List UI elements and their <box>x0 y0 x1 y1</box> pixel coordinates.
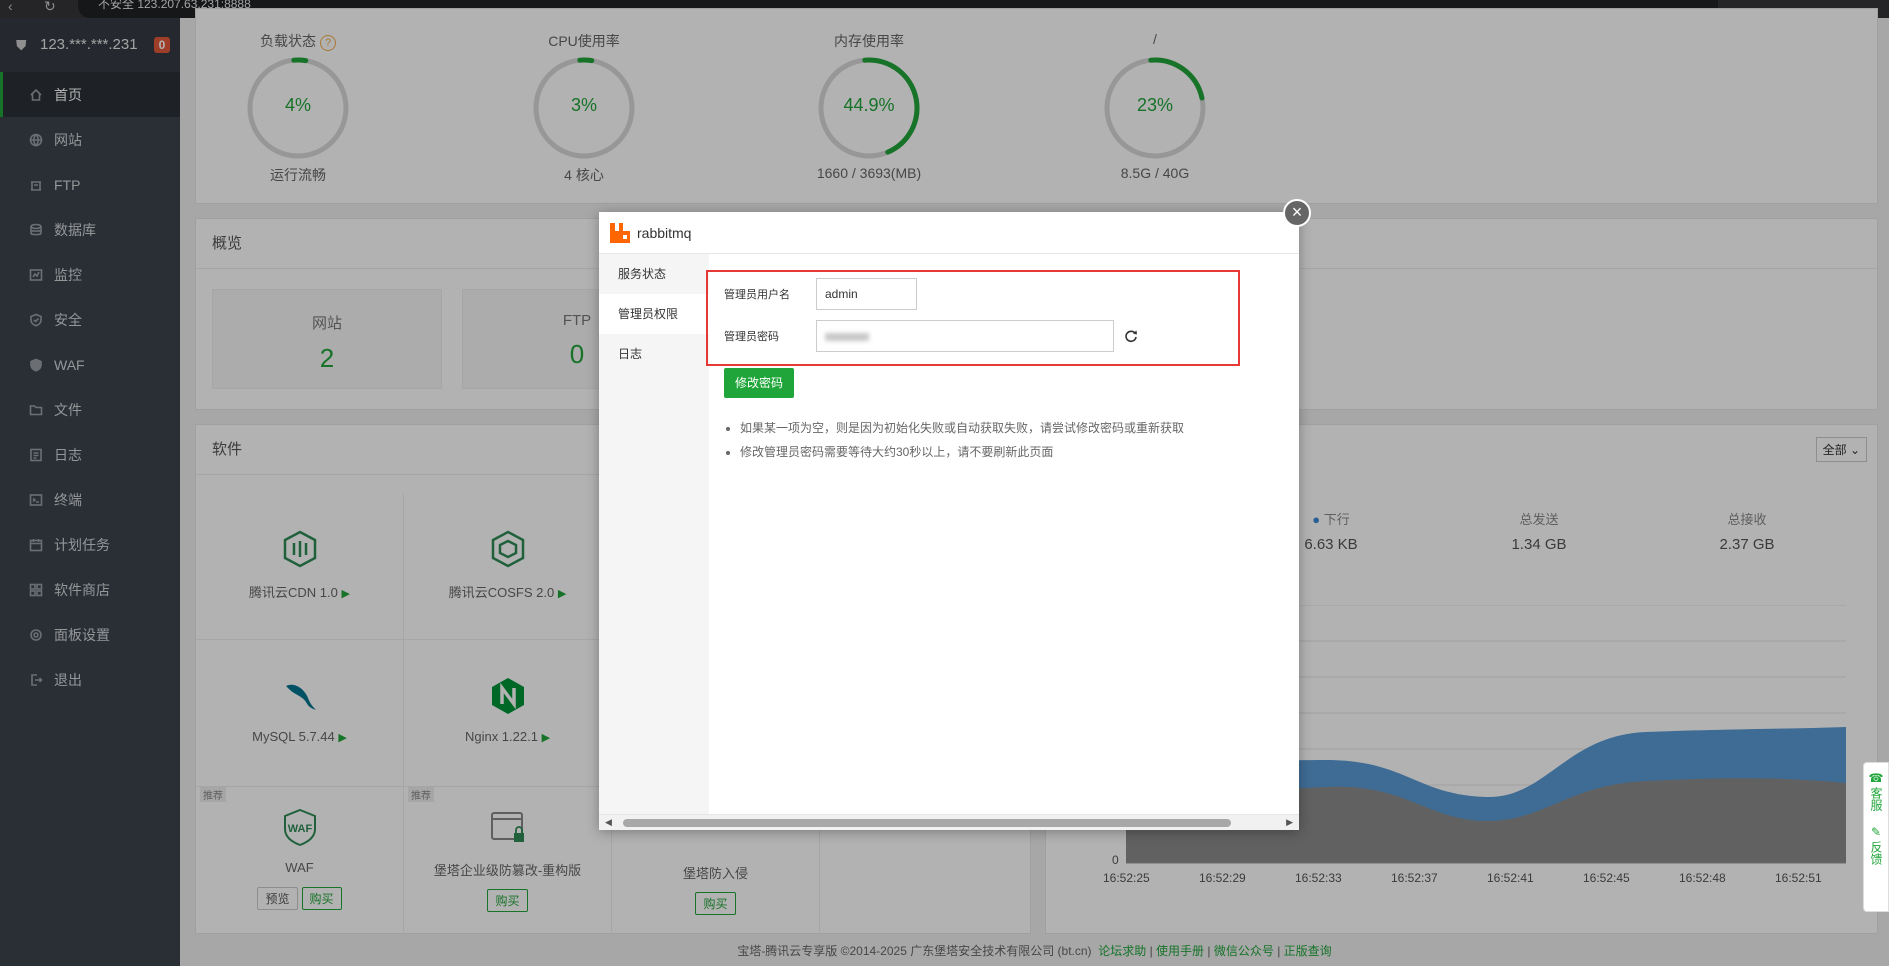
tab-service-status[interactable]: 服务状态 <box>599 254 709 294</box>
password-label: 管理员密码 <box>724 331 779 343</box>
rabbitmq-logo-icon <box>610 222 630 243</box>
close-icon[interactable]: × <box>1283 199 1311 227</box>
tab-log[interactable]: 日志 <box>599 334 709 374</box>
dialog-tabs: 服务状态 管理员权限 日志 <box>599 254 709 814</box>
password-row: 管理员密码 <box>724 320 1138 352</box>
tab-admin-permissions[interactable]: 管理员权限 <box>599 294 709 334</box>
username-row: 管理员用户名 admin <box>724 278 917 310</box>
password-field[interactable] <box>816 320 1114 352</box>
dialog-body: 管理员用户名 admin 管理员密码 修改密码 如果某一项为空，则是因为初始化失… <box>706 254 1299 814</box>
edit-icon: ✎ <box>1870 825 1882 839</box>
customer-service-label[interactable]: 客服 <box>1869 787 1883 811</box>
masked-password <box>825 332 869 341</box>
dialog-header: rabbitmq <box>599 212 1299 254</box>
feedback-label[interactable]: 反馈 <box>1869 841 1883 865</box>
dialog-title: rabbitmq <box>637 224 692 241</box>
tip-item: 如果某一项为空，则是因为初始化失败或自动获取失败，请尝试修改密码或重新获取 <box>740 416 1184 440</box>
horizontal-scrollbar[interactable]: ◀ ▶ <box>599 814 1299 830</box>
support-widget[interactable]: ☎ 客服 ✎ 反馈 <box>1863 762 1889 912</box>
tip-item: 修改管理员密码需要等待大约30秒以上，请不要刷新此页面 <box>740 440 1184 464</box>
scrollbar-thumb[interactable] <box>623 819 1231 827</box>
refresh-icon[interactable] <box>1124 329 1138 343</box>
headset-icon: ☎ <box>1868 771 1884 785</box>
username-field[interactable]: admin <box>816 278 917 310</box>
scroll-left-icon[interactable]: ◀ <box>605 817 612 828</box>
scroll-right-icon[interactable]: ▶ <box>1286 817 1293 828</box>
rabbitmq-dialog: rabbitmq 服务状态 管理员权限 日志 管理员用户名 admin 管理员密… <box>599 212 1299 830</box>
username-label: 管理员用户名 <box>724 289 790 301</box>
tips-list: 如果某一项为空，则是因为初始化失败或自动获取失败，请尝试修改密码或重新获取 修改… <box>740 416 1184 464</box>
change-password-button[interactable]: 修改密码 <box>724 368 795 398</box>
